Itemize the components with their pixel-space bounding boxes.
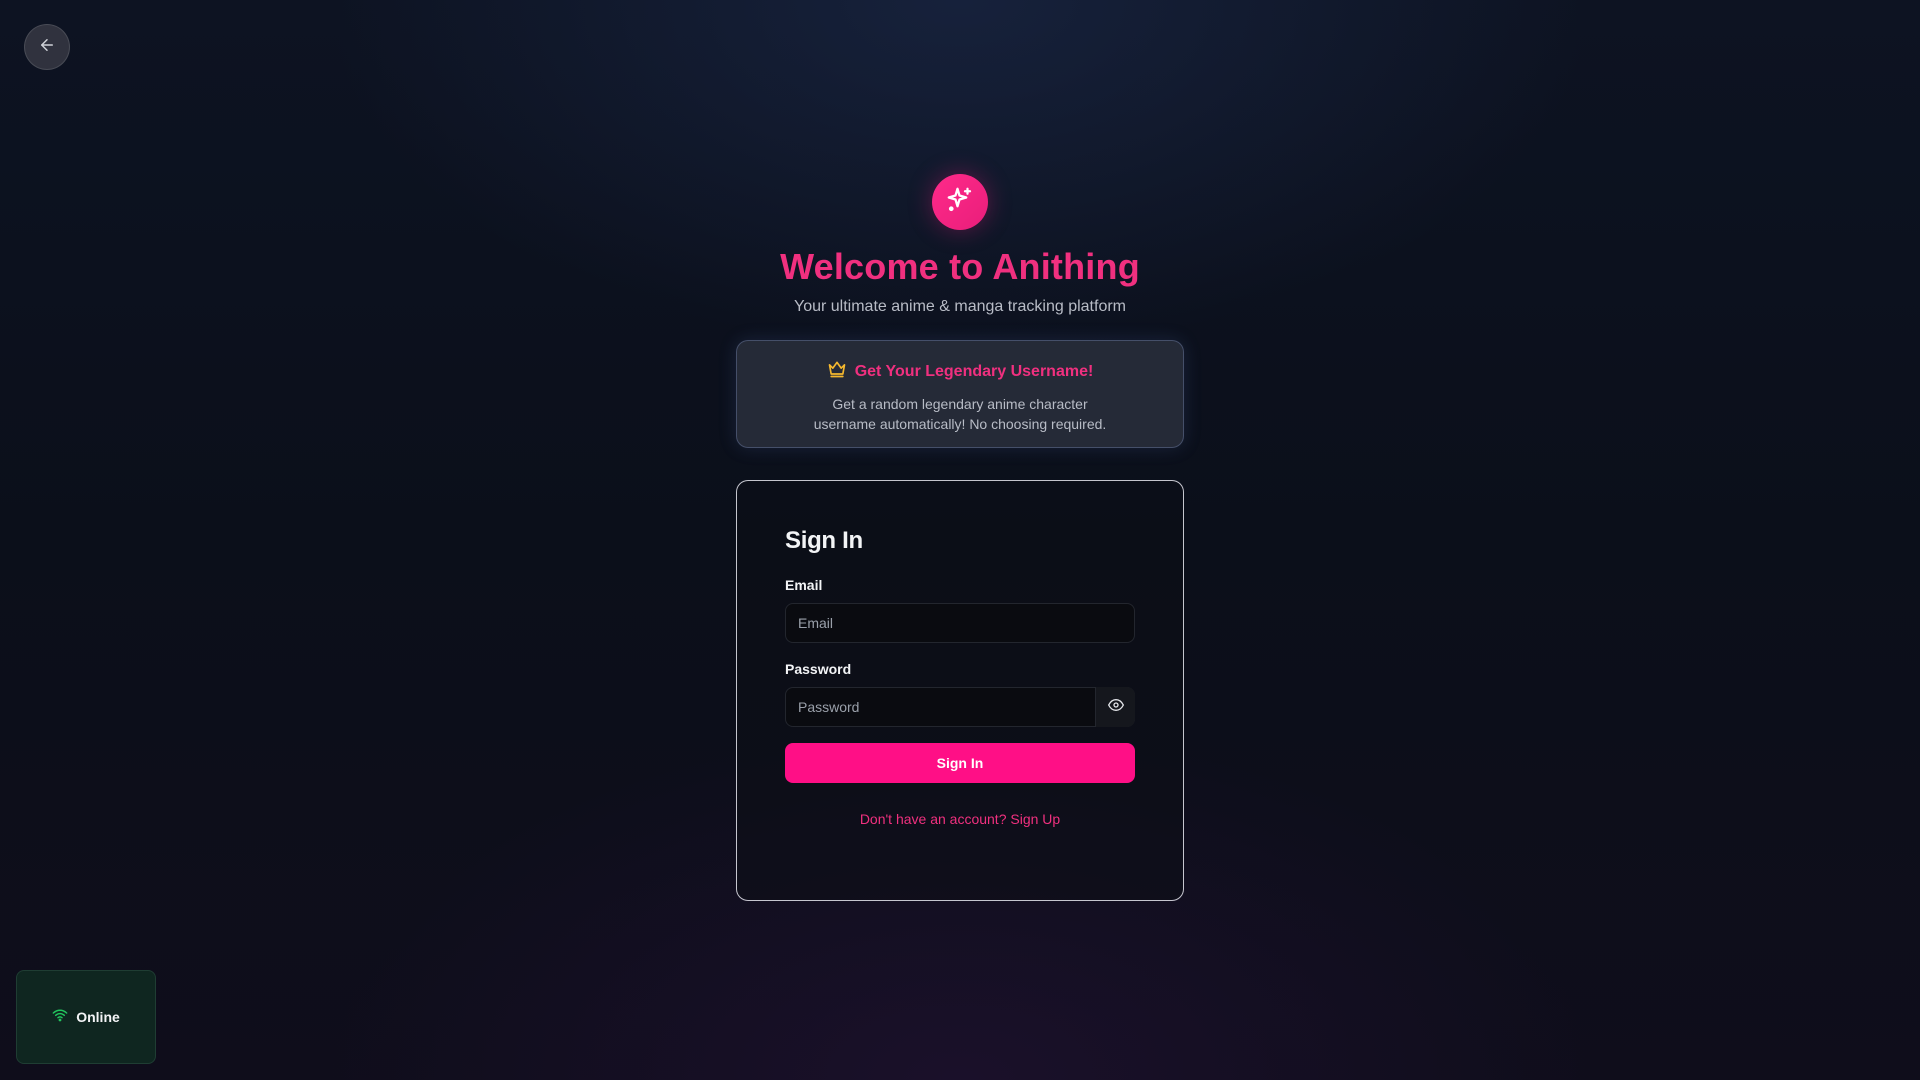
username-promo-banner: Get Your Legendary Username! Get a rando…	[736, 340, 1184, 448]
email-field[interactable]	[785, 603, 1135, 643]
promo-heading: Get Your Legendary Username!	[854, 362, 1094, 380]
back-button[interactable]	[24, 24, 70, 70]
sign-in-card: Sign In Email Password Sign In Don't hav…	[736, 480, 1184, 901]
arrow-left-icon	[38, 36, 56, 59]
page-title: Welcome to Anithing	[780, 246, 1140, 287]
auth-column: Welcome to Anithing Your ultimate anime …	[736, 174, 1184, 901]
sign-up-link[interactable]: Don't have an account? Sign Up	[785, 811, 1135, 827]
sparkles-icon	[945, 185, 975, 220]
promo-heading-row: Get Your Legendary Username!	[827, 359, 1094, 384]
wifi-icon	[52, 1007, 68, 1028]
password-field-wrapper	[785, 687, 1135, 727]
sign-in-button[interactable]: Sign In	[785, 743, 1135, 783]
password-label: Password	[785, 661, 852, 677]
promo-description: Get a random legendary anime character u…	[813, 396, 1107, 432]
email-label: Email	[785, 577, 823, 593]
password-field[interactable]	[785, 687, 1135, 727]
toggle-password-visibility-button[interactable]	[1095, 687, 1135, 727]
page-subtitle: Your ultimate anime & manga tracking pla…	[793, 298, 1126, 315]
brand-logo	[932, 174, 988, 230]
connection-status-badge: Online	[16, 970, 156, 1064]
crown-icon	[827, 359, 847, 384]
sign-in-title: Sign In	[785, 527, 863, 554]
status-label: Online	[76, 1009, 120, 1025]
eye-icon	[1107, 697, 1124, 718]
